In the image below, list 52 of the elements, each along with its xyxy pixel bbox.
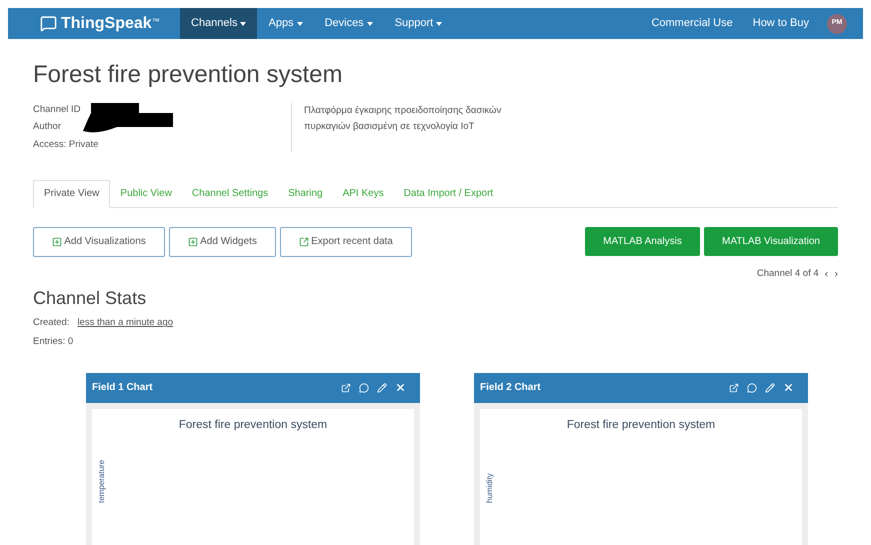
tab[interactable]: Public View (110, 180, 182, 207)
nav-link[interactable]: How to Buy (752, 15, 809, 32)
matlab-button[interactable]: MATLAB Visualization (704, 227, 838, 256)
external-link-icon[interactable] (341, 382, 351, 393)
chart-header-title: Field 1 Chart (92, 381, 153, 396)
chart-title: Forest fire prevention system (566, 418, 716, 433)
caret-icon (366, 22, 373, 26)
external-link-icon[interactable] (729, 382, 739, 393)
channel-info: Author (33, 120, 62, 134)
channel-info: Access: Private (33, 138, 100, 152)
nav-menu[interactable]: Support (384, 8, 454, 39)
caret-icon (240, 22, 246, 26)
nav-menu[interactable]: Channels (180, 8, 258, 39)
channel-description: Πλατφόρμα έγκαιρης προειδοποίησης δασικών πυρκαγιών βασισμένη σε τεχνολογία IoT (291, 103, 541, 152)
stats-heading: Channel Stats (33, 287, 148, 310)
channel-title: Forest fire prevention system (33, 60, 344, 90)
nav-link[interactable]: Commercial Use (651, 15, 733, 32)
entries-count: Entries: 0 (33, 334, 74, 348)
chart-header-title: Field 2 Chart (480, 381, 541, 396)
edit-icon[interactable] (377, 382, 387, 393)
action-button[interactable]: Export recent data (280, 226, 412, 257)
chart-title: Forest fire prevention system (178, 418, 328, 433)
tab[interactable]: Data Import / Export (394, 180, 504, 207)
logo-icon (40, 15, 57, 32)
pager-label: Channel 4 of 4 (756, 266, 819, 281)
logo[interactable]: ThingSpeak$^{™}$ (61, 12, 160, 36)
action-button[interactable]: Add Visualizations (33, 226, 165, 257)
previous-button[interactable]: ‹ (824, 266, 828, 282)
edit-icon[interactable] (765, 382, 775, 393)
plus-icon (52, 236, 62, 247)
matlab-button[interactable]: MATLAB Analysis (585, 227, 700, 256)
channel-info: Channel ID (33, 103, 82, 117)
created-value: less than a minute ago (77, 316, 174, 330)
comment-icon[interactable] (359, 382, 369, 393)
tab[interactable]: Sharing (278, 180, 333, 207)
created-label: Created: (33, 316, 70, 330)
action-button[interactable]: Add Widgets (169, 226, 276, 257)
nav-menu[interactable]: Apps (257, 8, 314, 39)
tab[interactable]: Channel Settings (182, 180, 278, 207)
y-axis-label: temperature (96, 460, 107, 503)
nav-menu[interactable]: Devices (314, 8, 384, 39)
plus-icon (188, 236, 198, 247)
tab[interactable]: Private View (33, 180, 110, 208)
caret-icon (436, 22, 442, 26)
comment-icon[interactable] (747, 382, 757, 393)
close-icon[interactable] (395, 382, 406, 394)
close-icon[interactable] (783, 382, 794, 394)
y-axis-label: humidity (484, 472, 495, 503)
tab[interactable]: API Keys (332, 180, 394, 207)
export-icon (299, 236, 310, 247)
next-button[interactable]: › (834, 266, 838, 282)
caret-icon (296, 22, 303, 26)
